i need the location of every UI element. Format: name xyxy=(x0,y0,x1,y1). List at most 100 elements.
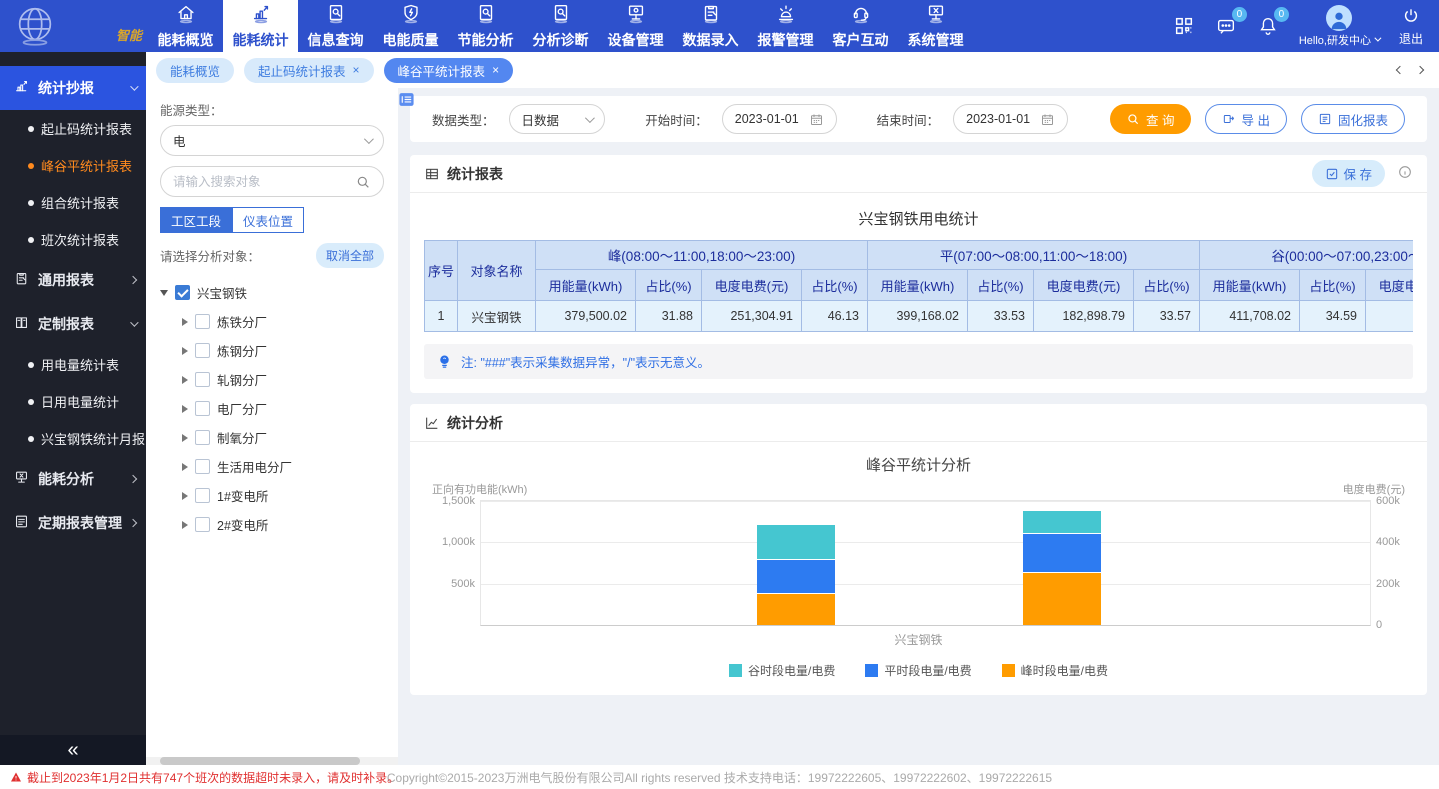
report-table-scroll[interactable]: 序号对象名称峰(08:00～11:00,18:00～23:00)平(07:00～… xyxy=(424,240,1413,332)
bar-segment-峰时段[interactable] xyxy=(1023,573,1101,625)
checkbox[interactable] xyxy=(195,314,210,329)
tab-meter-position[interactable]: 仪表位置 xyxy=(232,207,304,233)
stacked-bar-电量(kWh)[interactable] xyxy=(757,501,835,625)
bar-segment-平时段[interactable] xyxy=(1023,534,1101,572)
nav-item-节能分析[interactable]: 节能分析 xyxy=(448,0,523,52)
nav-item-电能质量[interactable]: 电能质量 xyxy=(373,0,448,52)
sidebar-section-通用报表[interactable]: 通用报表 xyxy=(0,258,146,302)
export-button[interactable]: 导 出 xyxy=(1205,104,1287,134)
legend-item-峰时段电量/电费[interactable]: 峰时段电量/电费 xyxy=(1002,662,1108,679)
tab-work-area[interactable]: 工区工段 xyxy=(160,207,232,233)
tab-能耗概览[interactable]: 能耗概览 xyxy=(156,58,234,83)
tree-panel-toggle-button[interactable] xyxy=(398,91,415,108)
object-search-input[interactable] xyxy=(173,175,355,189)
bar-segment-谷时段[interactable] xyxy=(757,525,835,559)
tree-node-炼钢分厂[interactable]: 炼钢分厂 xyxy=(160,336,384,365)
energy-type-select[interactable]: 电 xyxy=(160,125,384,156)
bar-segment-谷时段[interactable] xyxy=(1023,511,1101,534)
nav-item-客户互动[interactable]: 客户互动 xyxy=(823,0,898,52)
topnav-right: 0 0 Hello,研发中心 退出 xyxy=(1173,0,1439,52)
message-icon[interactable]: 0 xyxy=(1215,15,1237,37)
caret-right-icon[interactable] xyxy=(182,434,188,442)
tree-node-轧钢分厂[interactable]: 轧钢分厂 xyxy=(160,365,384,394)
end-date-input[interactable]: 2023-01-01 xyxy=(953,104,1068,134)
nav-item-信息查询[interactable]: 信息查询 xyxy=(298,0,373,52)
notification-bell-icon[interactable]: 0 xyxy=(1257,15,1279,37)
tree-panel-hscroll-thumb[interactable] xyxy=(160,757,360,765)
caret-right-icon[interactable] xyxy=(182,347,188,355)
tab-起止码统计报表[interactable]: 起止码统计报表× xyxy=(244,58,374,83)
nav-item-设备管理[interactable]: 设备管理 xyxy=(598,0,673,52)
caret-right-icon[interactable] xyxy=(182,521,188,529)
data-type-select[interactable]: 日数据 xyxy=(509,104,606,134)
tree-node-炼铁分厂[interactable]: 炼铁分厂 xyxy=(160,307,384,336)
tree-node-制氧分厂[interactable]: 制氧分厂 xyxy=(160,423,384,452)
checkbox[interactable] xyxy=(175,285,190,300)
stacked-bar-电费(元)[interactable] xyxy=(1023,501,1101,625)
cancel-all-button[interactable]: 取消全部 xyxy=(316,243,384,268)
user-menu[interactable]: Hello,研发中心 xyxy=(1299,5,1379,48)
tab-next-button[interactable] xyxy=(1417,67,1423,73)
close-icon[interactable]: × xyxy=(353,64,360,76)
sidebar-item-起止码统计报表[interactable]: 起止码统计报表 xyxy=(0,110,146,147)
caret-right-icon[interactable] xyxy=(182,376,188,384)
solidify-report-button[interactable]: 固化报表 xyxy=(1301,104,1405,134)
sidebar-collapse-button[interactable]: « xyxy=(0,735,146,765)
caret-right-icon[interactable] xyxy=(182,492,188,500)
checkbox[interactable] xyxy=(195,430,210,445)
checkbox[interactable] xyxy=(195,459,210,474)
caret-down-icon[interactable] xyxy=(160,290,168,296)
tree-node-生活用电分厂[interactable]: 生活用电分厂 xyxy=(160,452,384,481)
nav-item-数据录入[interactable]: 数据录入 xyxy=(673,0,748,52)
checkbox[interactable] xyxy=(195,517,210,532)
nav-item-能耗概览[interactable]: 能耗概览 xyxy=(148,0,223,52)
sidebar-item-班次统计报表[interactable]: 班次统计报表 xyxy=(0,221,146,258)
tree-panel-hscroll-track[interactable] xyxy=(146,757,398,765)
sidebar-section-定期报表管理[interactable]: 定期报表管理 xyxy=(0,501,146,545)
sidebar-section-统计抄报[interactable]: 统计抄报 xyxy=(0,66,146,110)
checkbox[interactable] xyxy=(195,401,210,416)
search-icon[interactable] xyxy=(355,174,371,190)
tree-node-2#变电所[interactable]: 2#变电所 xyxy=(160,510,384,539)
sidebar-item-label: 起止码统计报表 xyxy=(41,119,132,138)
nav-item-报警管理[interactable]: 报警管理 xyxy=(748,0,823,52)
tree-node-1#变电所[interactable]: 1#变电所 xyxy=(160,481,384,510)
sidebar-item-组合统计报表[interactable]: 组合统计报表 xyxy=(0,184,146,221)
footer: 截止到2023年1月2日共有747个班次的数据超时未录入，请及时补录。 Copy… xyxy=(0,765,1439,789)
caret-right-icon[interactable] xyxy=(182,318,188,326)
tab-prev-button[interactable] xyxy=(1397,67,1403,73)
bullet-icon xyxy=(28,237,34,243)
logout-button[interactable]: 退出 xyxy=(1399,6,1423,47)
close-icon[interactable]: × xyxy=(492,64,499,76)
bar-segment-峰时段[interactable] xyxy=(757,594,835,625)
info-icon[interactable] xyxy=(1397,164,1413,183)
checkbox[interactable] xyxy=(195,343,210,358)
sidebar-item-日用电量统计[interactable]: 日用电量统计 xyxy=(0,383,146,420)
tree-node-电厂分厂[interactable]: 电厂分厂 xyxy=(160,394,384,423)
start-date-input[interactable]: 2023-01-01 xyxy=(722,104,837,134)
sidebar-item-兴宝钢铁统计月报[interactable]: 兴宝钢铁统计月报 xyxy=(0,420,146,457)
checkbox[interactable] xyxy=(195,488,210,503)
save-button[interactable]: 保 存 xyxy=(1312,160,1385,187)
sidebar-section-能耗分析[interactable]: 能耗分析 xyxy=(0,457,146,501)
bar-segment-平时段[interactable] xyxy=(757,560,835,593)
caret-right-icon[interactable] xyxy=(182,405,188,413)
object-search-box xyxy=(160,166,384,197)
checkbox[interactable] xyxy=(195,372,210,387)
query-button[interactable]: 查 询 xyxy=(1110,104,1190,134)
tree-node-兴宝钢铁[interactable]: 兴宝钢铁 xyxy=(160,278,384,307)
nav-item-系统管理[interactable]: 系统管理 xyxy=(898,0,973,52)
nav-item-能耗统计[interactable]: 能耗统计 xyxy=(223,0,298,52)
tab-峰谷平统计报表[interactable]: 峰谷平统计报表× xyxy=(384,58,514,83)
nav-item-分析诊断[interactable]: 分析诊断 xyxy=(523,0,598,52)
report-note: 注: "###"表示采集数据异常，"/"表示无意义。 xyxy=(424,344,1413,379)
sidebar-section-定制报表[interactable]: 定制报表 xyxy=(0,302,146,346)
legend-item-谷时段电量/电费[interactable]: 谷时段电量/电费 xyxy=(729,662,835,679)
sidebar-item-峰谷平统计报表[interactable]: 峰谷平统计报表 xyxy=(0,147,146,184)
bulb-icon xyxy=(436,353,453,370)
sidebar-item-用电量统计表[interactable]: 用电量统计表 xyxy=(0,346,146,383)
legend-item-平时段电量/电费[interactable]: 平时段电量/电费 xyxy=(865,662,971,679)
caret-right-icon[interactable] xyxy=(182,463,188,471)
qr-code-icon[interactable] xyxy=(1173,15,1195,37)
tab-label: 能耗概览 xyxy=(170,61,220,80)
